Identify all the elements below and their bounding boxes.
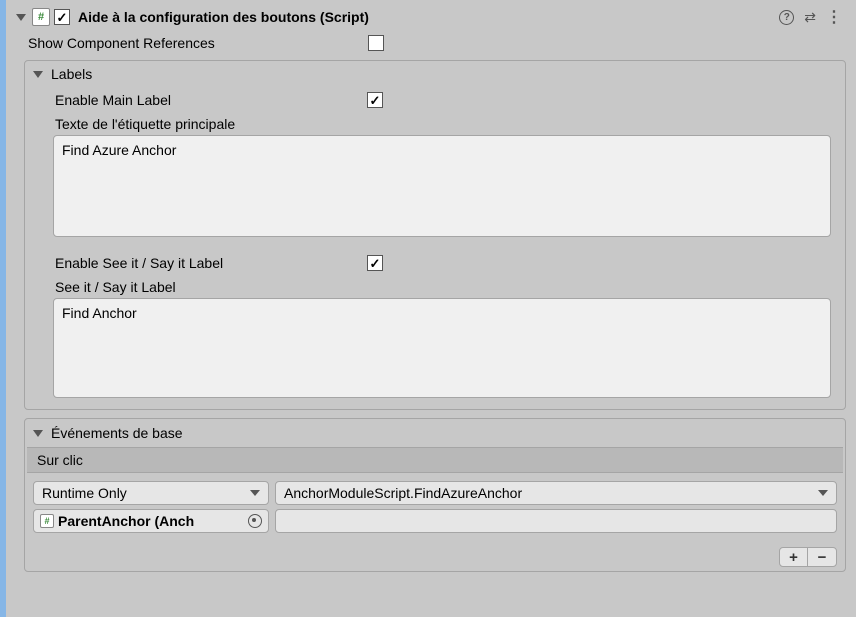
main-label-text-input[interactable] — [53, 135, 831, 237]
call-time-value: Runtime Only — [42, 485, 127, 501]
onclick-header: Sur clic — [27, 447, 843, 473]
component-enable-checkbox[interactable] — [54, 9, 70, 25]
help-icon[interactable]: ? — [779, 10, 794, 25]
component-header: # Aide à la configuration des boutons (S… — [12, 4, 850, 30]
argument-field[interactable] — [275, 509, 837, 533]
method-dropdown[interactable]: AnchorModuleScript.FindAzureAnchor — [275, 481, 837, 505]
script-icon: # — [32, 8, 50, 26]
remove-button[interactable]: − — [808, 548, 836, 566]
call-time-dropdown[interactable]: Runtime Only — [33, 481, 269, 505]
object-picker-icon[interactable] — [248, 514, 262, 528]
events-group-title: Événements de base — [51, 425, 183, 441]
context-menu-icon[interactable]: ⋮ — [826, 7, 842, 27]
enable-seeit-label-label: Enable See it / Say it Label — [55, 255, 367, 271]
method-value: AnchorModuleScript.FindAzureAnchor — [284, 485, 522, 501]
show-component-references-checkbox[interactable] — [368, 35, 384, 51]
labels-group-title: Labels — [51, 66, 92, 82]
enable-main-label-checkbox[interactable] — [367, 92, 383, 108]
labels-group: Labels Enable Main Label Texte de l'étiq… — [24, 60, 846, 410]
target-object-label: ParentAnchor (Anch — [58, 513, 244, 529]
enable-seeit-label-checkbox[interactable] — [367, 255, 383, 271]
foldout-icon[interactable] — [33, 430, 43, 437]
target-object-field[interactable]: # ParentAnchor (Anch — [33, 509, 269, 533]
show-component-references-label: Show Component References — [28, 35, 368, 51]
foldout-icon[interactable] — [16, 14, 26, 21]
seeit-text-input[interactable] — [53, 298, 831, 398]
foldout-icon[interactable] — [33, 71, 43, 78]
script-icon: # — [40, 514, 54, 528]
main-label-text-label: Texte de l'étiquette principale — [55, 113, 831, 135]
enable-main-label-label: Enable Main Label — [55, 92, 367, 108]
add-remove-buttons: + − — [779, 547, 837, 567]
preset-icon[interactable]: ⇄ — [804, 9, 816, 26]
seeit-text-label: See it / Say it Label — [55, 276, 831, 298]
component-title: Aide à la configuration des boutons (Scr… — [78, 9, 779, 25]
add-button[interactable]: + — [780, 548, 808, 566]
chevron-down-icon — [818, 490, 828, 496]
chevron-down-icon — [250, 490, 260, 496]
events-group: Événements de base Sur clic Runtime Only… — [24, 418, 846, 572]
